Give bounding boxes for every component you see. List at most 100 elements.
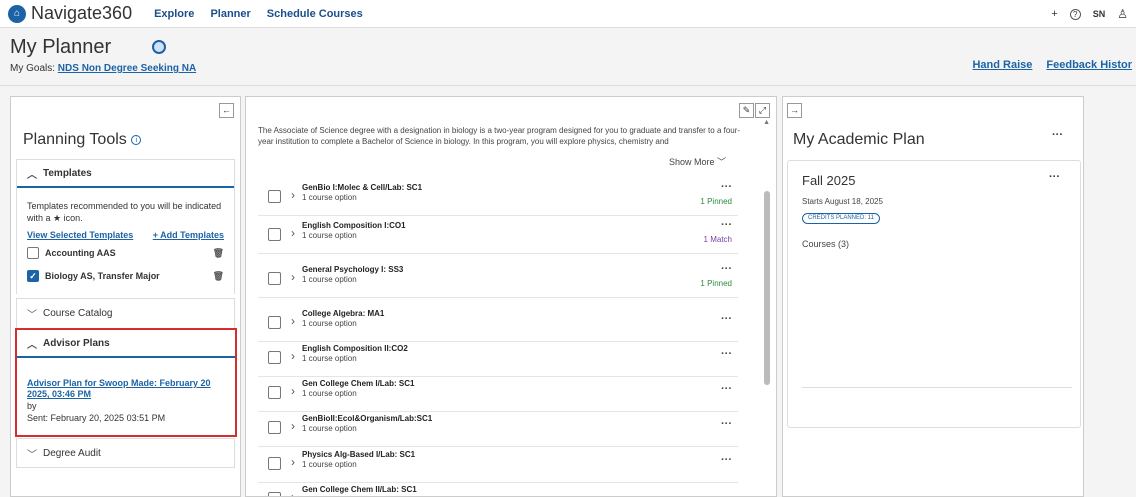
chevron-right-icon[interactable]: › xyxy=(291,188,295,202)
expand-icon[interactable]: ⤢ xyxy=(755,103,770,118)
advisor-plan-by: by xyxy=(27,401,37,411)
course-options: 1 course option xyxy=(302,354,357,363)
chevron-right-icon[interactable]: › xyxy=(291,314,295,328)
advisor-plans-header[interactable]: ︿ Advisor Plans xyxy=(17,330,235,358)
template-name: Biology AS, Transfer Major xyxy=(45,271,160,281)
chevron-right-icon[interactable]: › xyxy=(291,490,295,496)
academic-plan-title: My Academic Plan xyxy=(793,131,925,148)
course-status: 1 Pinned xyxy=(700,279,732,288)
templates-links: View Selected Templates + Add Templates xyxy=(17,224,234,240)
trash-icon[interactable]: 🗑 xyxy=(213,271,224,282)
chevron-right-icon[interactable]: › xyxy=(291,455,295,469)
nav-schedule-courses[interactable]: Schedule Courses xyxy=(267,8,363,20)
course-name: English Composition I:CO1 xyxy=(302,221,406,230)
more-options-icon[interactable]: ··· xyxy=(1049,171,1060,183)
chevron-right-icon[interactable]: › xyxy=(291,226,295,240)
course-name: College Algebra: MA1 xyxy=(302,309,385,318)
course-row[interactable]: › English Composition II:CO2 1 course op… xyxy=(258,342,738,377)
nav-explore[interactable]: Explore xyxy=(154,8,194,20)
chevron-right-icon[interactable]: › xyxy=(291,419,295,433)
template-item-biology[interactable]: ✓ Biology AS, Transfer Major 🗑 xyxy=(17,266,234,286)
term-start-date: Starts August 18, 2025 xyxy=(802,197,883,206)
accessibility-icon[interactable]: ♙ xyxy=(1117,7,1128,21)
chevron-down-icon: ﹀ xyxy=(27,309,37,321)
course-row[interactable]: › GenBioII:Ecol&Organism/Lab:SC1 1 cours… xyxy=(258,412,738,447)
more-options-icon[interactable]: ··· xyxy=(721,348,732,360)
more-options-icon[interactable]: ··· xyxy=(721,263,732,275)
course-row[interactable]: › Gen College Chem II/Lab: SC1 xyxy=(258,483,738,496)
expand-plan-button[interactable]: → xyxy=(787,103,802,118)
chevron-up-icon: ︿ xyxy=(27,339,37,351)
scrollbar[interactable] xyxy=(764,119,770,496)
more-options-icon[interactable]: ··· xyxy=(721,181,732,193)
add-templates-link[interactable]: + Add Templates xyxy=(153,230,224,240)
info-icon[interactable]: i xyxy=(131,134,142,145)
term-title: Fall 2025 xyxy=(802,173,856,188)
course-options: 1 course option xyxy=(302,389,357,398)
more-options-icon[interactable]: ··· xyxy=(721,313,732,325)
course-catalog-header[interactable]: ﹀ Course Catalog xyxy=(17,299,234,327)
templates-header[interactable]: ︿ Templates xyxy=(17,160,234,188)
advisor-plan-link[interactable]: Advisor Plan for Swoop Made: February 20… xyxy=(17,358,235,400)
template-checkbox[interactable] xyxy=(27,247,39,259)
nav-planner[interactable]: Planner xyxy=(210,8,250,20)
more-options-icon[interactable]: ··· xyxy=(1052,129,1063,141)
course-checkbox[interactable] xyxy=(268,190,281,203)
course-checkbox[interactable] xyxy=(268,228,281,241)
term-card: Fall 2025 ··· Starts August 18, 2025 CRE… xyxy=(787,160,1081,428)
course-checkbox[interactable] xyxy=(268,457,281,470)
course-name: General Psychology I: SS3 xyxy=(302,265,404,274)
edit-icon[interactable]: ✎ xyxy=(739,103,754,118)
course-name: Physics Alg-Based I/Lab: SC1 xyxy=(302,450,416,459)
template-item-accounting[interactable]: Accounting AAS 🗑 xyxy=(17,243,234,263)
course-row[interactable]: › Gen College Chem I/Lab: SC1 1 course o… xyxy=(258,377,738,412)
chevron-right-icon[interactable]: › xyxy=(291,270,295,284)
course-options: 1 course option xyxy=(302,460,357,469)
degree-audit-header[interactable]: ﹀ Degree Audit xyxy=(17,439,234,467)
plus-button[interactable]: + xyxy=(1051,8,1057,20)
more-options-icon[interactable]: ··· xyxy=(721,418,732,430)
top-nav: ⌂ Navigate360 Explore Planner Schedule C… xyxy=(0,0,1136,28)
avatar[interactable]: SN xyxy=(1093,9,1106,19)
more-options-icon[interactable]: ··· xyxy=(721,219,732,231)
course-checkbox[interactable] xyxy=(268,351,281,364)
course-checkbox[interactable] xyxy=(268,421,281,434)
course-checkbox[interactable] xyxy=(268,386,281,399)
goals-line: My Goals: NDS Non Degree Seeking NA xyxy=(10,63,196,74)
header-links: Hand Raise Feedback Histor xyxy=(972,59,1132,71)
more-options-icon[interactable]: ··· xyxy=(721,454,732,466)
templates-label: Templates xyxy=(43,167,92,179)
template-name: Accounting AAS xyxy=(45,248,116,258)
feedback-history-link[interactable]: Feedback Histor xyxy=(1046,59,1132,71)
nav-right: + ? SN ♙ xyxy=(1051,0,1128,28)
course-row[interactable]: › GenBio I:Molec & Cell/Lab: SC1 1 cours… xyxy=(258,181,738,216)
chevron-right-icon[interactable]: › xyxy=(291,384,295,398)
course-options: 1 course option xyxy=(302,319,357,328)
course-row[interactable]: › General Psychology I: SS3 1 course opt… xyxy=(258,263,738,298)
goals-link[interactable]: NDS Non Degree Seeking NA xyxy=(58,63,196,74)
navigate-logo-icon: ⌂ xyxy=(8,4,26,23)
collapse-tools-button[interactable]: ← xyxy=(219,103,234,118)
course-options: 1 course option xyxy=(302,424,357,433)
course-options: 1 course option xyxy=(302,193,357,202)
more-options-icon[interactable]: ··· xyxy=(721,383,732,395)
course-checkbox[interactable] xyxy=(268,316,281,329)
degree-audit-label: Degree Audit xyxy=(43,447,101,459)
template-checkbox-checked[interactable]: ✓ xyxy=(27,270,39,282)
course-status: 1 Pinned xyxy=(700,197,732,206)
goals-label: My Goals: xyxy=(10,63,56,74)
chevron-right-icon[interactable]: › xyxy=(291,349,295,363)
course-name: Gen College Chem II/Lab: SC1 xyxy=(302,485,417,494)
view-selected-templates-link[interactable]: View Selected Templates xyxy=(27,230,133,240)
course-checkbox[interactable] xyxy=(268,272,281,285)
divider xyxy=(802,387,1072,388)
course-row[interactable]: › Physics Alg-Based I/Lab: SC1 1 course … xyxy=(258,448,738,483)
course-row[interactable]: › College Algebra: MA1 1 course option ·… xyxy=(258,307,738,342)
hand-raise-link[interactable]: Hand Raise xyxy=(972,59,1032,71)
trash-icon[interactable]: 🗑 xyxy=(213,248,224,259)
course-checkbox[interactable] xyxy=(268,492,281,496)
course-row[interactable]: › English Composition I:CO1 1 course opt… xyxy=(258,219,738,254)
help-icon[interactable]: ? xyxy=(1069,8,1081,20)
scrollbar-thumb[interactable] xyxy=(764,191,770,385)
show-more-button[interactable]: Show More ﹀ xyxy=(669,155,726,168)
